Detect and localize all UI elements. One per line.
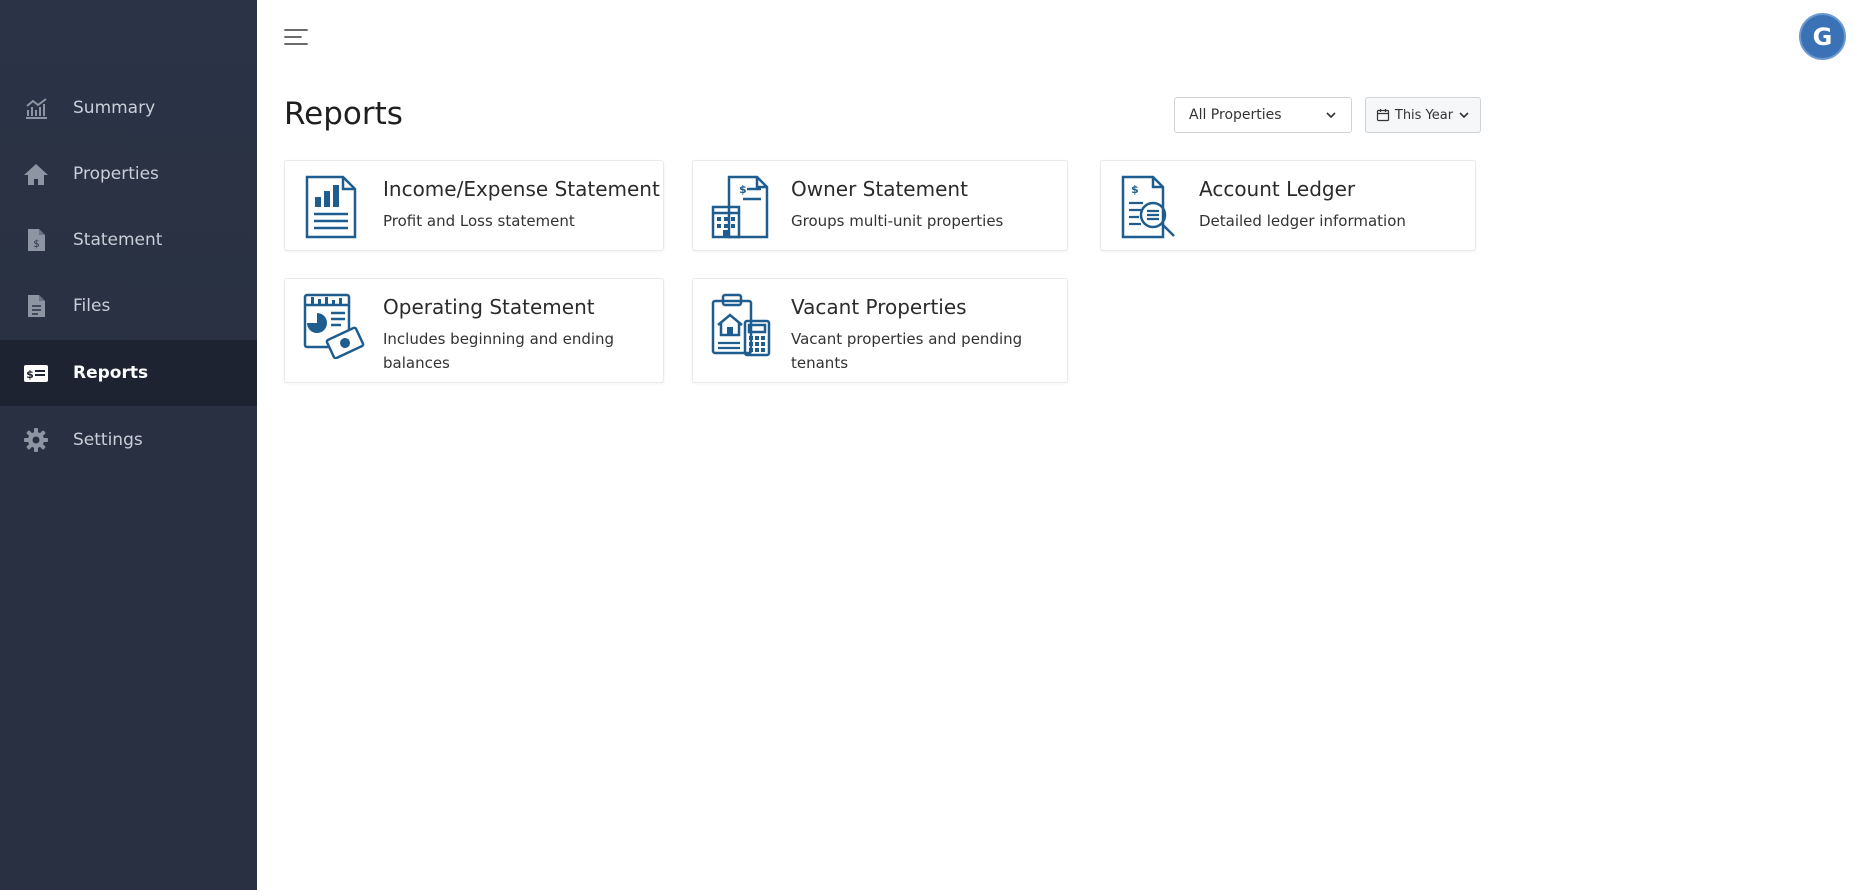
card-title: Operating Statement	[383, 295, 595, 319]
file-icon	[22, 292, 50, 320]
properties-select-value: All Properties	[1189, 107, 1282, 123]
period-select-value: This Year	[1394, 107, 1454, 123]
report-card-operating-statement[interactable]: Operating Statement Includes beginning a…	[284, 278, 664, 383]
sidebar-item-label: Properties	[73, 164, 159, 184]
operating-statement-icon	[303, 293, 365, 359]
sidebar-item-properties[interactable]: Properties	[0, 141, 257, 207]
sidebar-item-reports[interactable]: $ Reports	[0, 340, 257, 406]
sidebar-item-label: Files	[73, 296, 111, 316]
sidebar-item-label: Settings	[73, 430, 143, 450]
card-description: Includes beginning and ending balances	[383, 330, 615, 372]
report-card-income-expense[interactable]: Income/Expense Statement Profit and Loss…	[284, 160, 664, 251]
card-description: Vacant properties and pending tenants	[791, 330, 1023, 372]
avatar-initial: G	[1812, 22, 1833, 51]
period-select[interactable]: This Year	[1365, 97, 1481, 133]
report-card-account-ledger[interactable]: $ Account Ledger Detailed ledger informa…	[1100, 160, 1476, 251]
calendar-icon	[1376, 109, 1390, 122]
sidebar-item-settings[interactable]: Settings	[0, 407, 257, 473]
sidebar-item-label: Reports	[73, 363, 149, 383]
card-title: Vacant Properties	[791, 295, 967, 319]
hamburger-icon	[284, 29, 308, 45]
sidebar-item-summary[interactable]: Summary	[0, 75, 257, 141]
svg-text:$: $	[1131, 183, 1139, 196]
chevron-down-icon	[1459, 112, 1469, 119]
sidebar-item-label: Summary	[73, 98, 156, 118]
income-statement-icon	[305, 175, 357, 239]
sidebar-item-statement[interactable]: $ Statement	[0, 207, 257, 273]
sidebar-item-files[interactable]: Files	[0, 273, 257, 339]
ledger-search-icon: $	[1121, 175, 1175, 239]
gear-icon	[22, 426, 50, 454]
card-title: Owner Statement	[791, 177, 968, 201]
statement-icon: $	[22, 226, 50, 254]
chart-icon	[22, 94, 50, 122]
reports-icon: $	[22, 359, 50, 387]
chevron-down-icon	[1326, 112, 1336, 119]
card-description: Groups multi-unit properties	[791, 212, 1004, 230]
sidebar: Summary Properties $ Statement Files $ R…	[0, 0, 257, 890]
card-description: Profit and Loss statement	[383, 212, 575, 230]
home-icon	[22, 160, 50, 188]
vacant-properties-icon	[711, 293, 771, 357]
report-card-owner-statement[interactable]: $ Owner Statement Groups multi-unit prop…	[692, 160, 1068, 251]
svg-text:$: $	[33, 239, 39, 250]
owner-statement-icon: $	[711, 175, 769, 239]
card-title: Account Ledger	[1199, 177, 1356, 201]
report-card-vacant-properties[interactable]: Vacant Properties Vacant properties and …	[692, 278, 1068, 383]
card-description: Detailed ledger information	[1199, 212, 1406, 230]
svg-text:$: $	[739, 183, 747, 196]
page-title: Reports	[284, 96, 403, 132]
menu-toggle-button[interactable]	[283, 26, 311, 48]
user-avatar[interactable]: G	[1799, 13, 1846, 60]
svg-text:$: $	[26, 368, 34, 381]
card-title: Income/Expense Statement	[383, 177, 660, 201]
sidebar-item-label: Statement	[73, 230, 163, 250]
properties-select[interactable]: All Properties	[1174, 97, 1352, 133]
